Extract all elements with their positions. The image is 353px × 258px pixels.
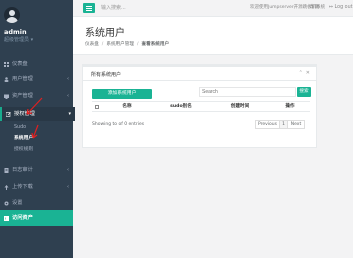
top-search-input[interactable]: 输入搜索... xyxy=(101,3,126,13)
sidebar-item-settings[interactable]: 设置 xyxy=(0,196,73,210)
panel-tools: ⌃ ✕ xyxy=(296,70,310,76)
chevron-left-icon: ‹ xyxy=(67,184,69,190)
gear-icon xyxy=(4,201,9,205)
table-header[interactable]: sudo别名 xyxy=(152,101,210,112)
page-title: 系统用户 xyxy=(85,28,125,39)
breadcrumb: 仪表盘 / 系统用户管理 / 查看系统用户 xyxy=(85,42,170,47)
table-header[interactable]: 名称 xyxy=(102,101,152,112)
system-users-table: 名称 sudo别名 创建时间 操作 xyxy=(92,101,310,112)
collapse-icon[interactable]: ⌃ xyxy=(299,70,303,76)
sidebar-item-label: 设置 xyxy=(12,200,23,206)
log-icon xyxy=(4,167,9,173)
sidebar-item-connect[interactable]: 访问资产 xyxy=(0,210,73,226)
sidebar: admin 超级管理员 ▾ 仪表盘 用户管理 ‹ 资产管理 ‹ 授权管理 ▾ S… xyxy=(0,0,75,258)
table-header: 操作 xyxy=(270,101,310,112)
search-input[interactable] xyxy=(199,87,296,97)
table-info: Showing to of 0 entries xyxy=(92,122,145,127)
pagination-next[interactable]: Next xyxy=(287,120,305,129)
system-users-panel: 所有系统用户 ⌃✕ 添加系统用户 搜索 名称 sudo别名 创建时间 操作 Sh… xyxy=(83,65,316,147)
top-navbar: 输入搜索... 欢迎使用Jumpserver开源跳板机系统 帮助 ↦ Log o… xyxy=(73,0,353,17)
add-system-user-button[interactable]: 添加系统用户 xyxy=(92,89,152,99)
table-header-select[interactable] xyxy=(92,101,102,112)
terminal-icon xyxy=(4,215,9,221)
sidebar-item-label: 访问资产 xyxy=(12,215,33,221)
breadcrumb-item[interactable]: 仪表盘 xyxy=(85,42,99,47)
chevron-left-icon: ‹ xyxy=(67,167,69,173)
panel-title: 所有系统用户 xyxy=(91,72,122,78)
table-header[interactable]: 创建时间 xyxy=(210,101,270,112)
breadcrumb-current: 查看系统用户 xyxy=(141,42,170,47)
sidebar-item-label: 日志审计 xyxy=(12,167,33,173)
logout-link[interactable]: ↦ Log out xyxy=(329,3,353,13)
sidebar-item-upload-download[interactable]: 上传下载 ‹ xyxy=(0,180,73,194)
close-icon[interactable]: ✕ xyxy=(306,70,310,76)
breadcrumb-item[interactable]: 系统用户管理 xyxy=(106,42,134,47)
pagination-previous[interactable]: Previous xyxy=(255,120,280,129)
help-link[interactable]: 帮助 xyxy=(310,3,320,13)
page-header: 系统用户 仪表盘 / 系统用户管理 / 查看系统用户 xyxy=(73,17,353,55)
divider xyxy=(83,80,316,81)
sidebar-item-label: 上传下载 xyxy=(12,184,33,190)
select-all-checkbox[interactable] xyxy=(95,104,99,109)
sidebar-item-logs[interactable]: 日志审计 ‹ xyxy=(0,163,73,177)
menu-toggle-button[interactable] xyxy=(83,3,95,13)
upload-icon xyxy=(4,184,9,190)
search-button[interactable]: 搜索 xyxy=(297,87,311,97)
